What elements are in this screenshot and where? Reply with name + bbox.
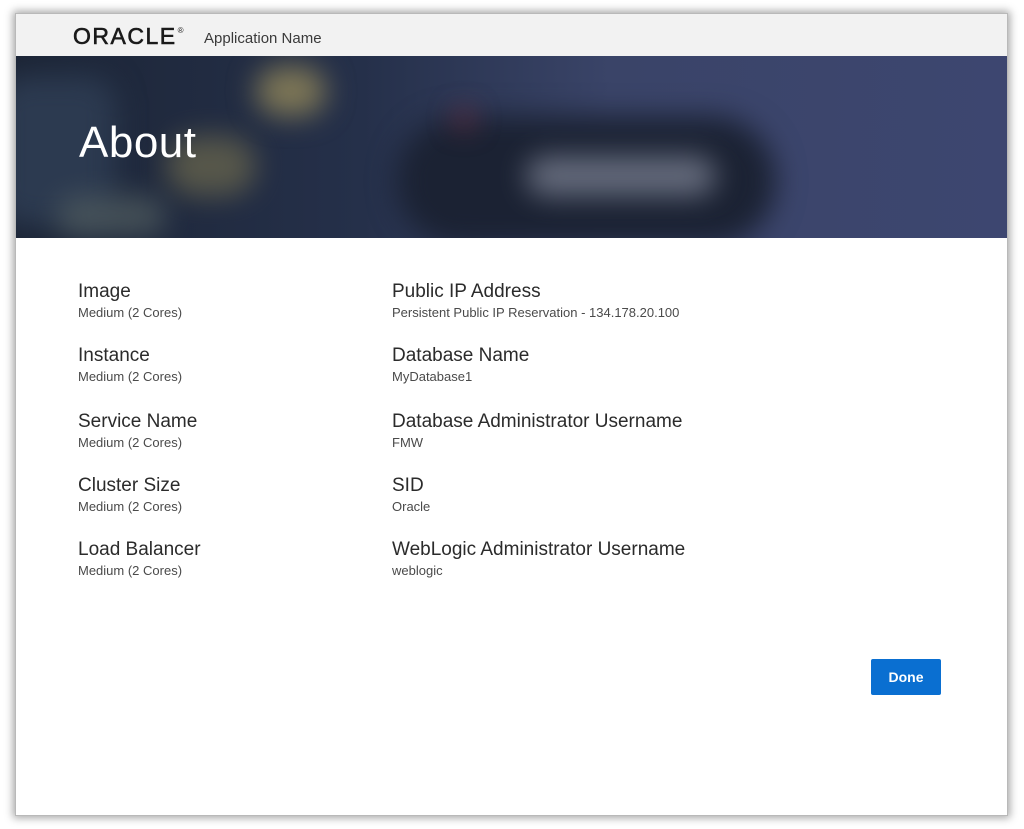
detail-label: Database Administrator Username [392, 411, 683, 432]
detail-database-admin-username: Database Administrator Username FMW [392, 410, 682, 452]
detail-cluster-size: Cluster Size Medium (2 Cores) [78, 474, 182, 516]
page-title: About [79, 118, 197, 167]
detail-label: Image [78, 281, 131, 302]
detail-label: Instance [78, 345, 150, 366]
detail-value: Medium (2 Cores) [78, 369, 183, 384]
detail-value: Persistent Public IP Reservation - 134.1… [392, 305, 680, 320]
detail-weblogic-admin-username: WebLogic Administrator Username weblogic [392, 538, 685, 580]
top-bar: ORACLE® Application Name [16, 14, 1007, 57]
detail-label: Service Name [78, 411, 198, 432]
oracle-logo: ORACLE® [73, 23, 185, 50]
detail-value: Medium (2 Cores) [78, 435, 183, 450]
detail-value: Medium (2 Cores) [78, 563, 183, 578]
detail-label: WebLogic Administrator Username [392, 539, 686, 560]
detail-label: SID [392, 475, 424, 496]
application-name: Application Name [204, 30, 322, 47]
detail-sid: SID Oracle [392, 474, 430, 516]
detail-value: weblogic [392, 563, 443, 578]
detail-value: Oracle [392, 499, 431, 514]
detail-value: FMW [392, 435, 424, 450]
detail-public-ip-address: Public IP Address Persistent Public IP R… [392, 280, 679, 322]
detail-instance: Instance Medium (2 Cores) [78, 344, 182, 386]
detail-value: MyDatabase1 [392, 369, 473, 384]
hero-banner: About [16, 56, 1007, 238]
about-dialog: ORACLE® Application Name About Image Med… [16, 14, 1007, 815]
detail-label: Public IP Address [392, 281, 541, 302]
detail-value: Medium (2 Cores) [78, 305, 183, 320]
done-button[interactable]: Done [871, 659, 941, 695]
detail-label: Load Balancer [78, 539, 201, 560]
detail-database-name: Database Name MyDatabase1 [392, 344, 529, 386]
detail-label: Database Name [392, 345, 530, 366]
detail-load-balancer: Load Balancer Medium (2 Cores) [78, 538, 201, 580]
detail-service-name: Service Name Medium (2 Cores) [78, 410, 197, 452]
detail-image: Image Medium (2 Cores) [78, 280, 182, 322]
detail-label: Cluster Size [78, 475, 181, 496]
detail-value: Medium (2 Cores) [78, 499, 183, 514]
